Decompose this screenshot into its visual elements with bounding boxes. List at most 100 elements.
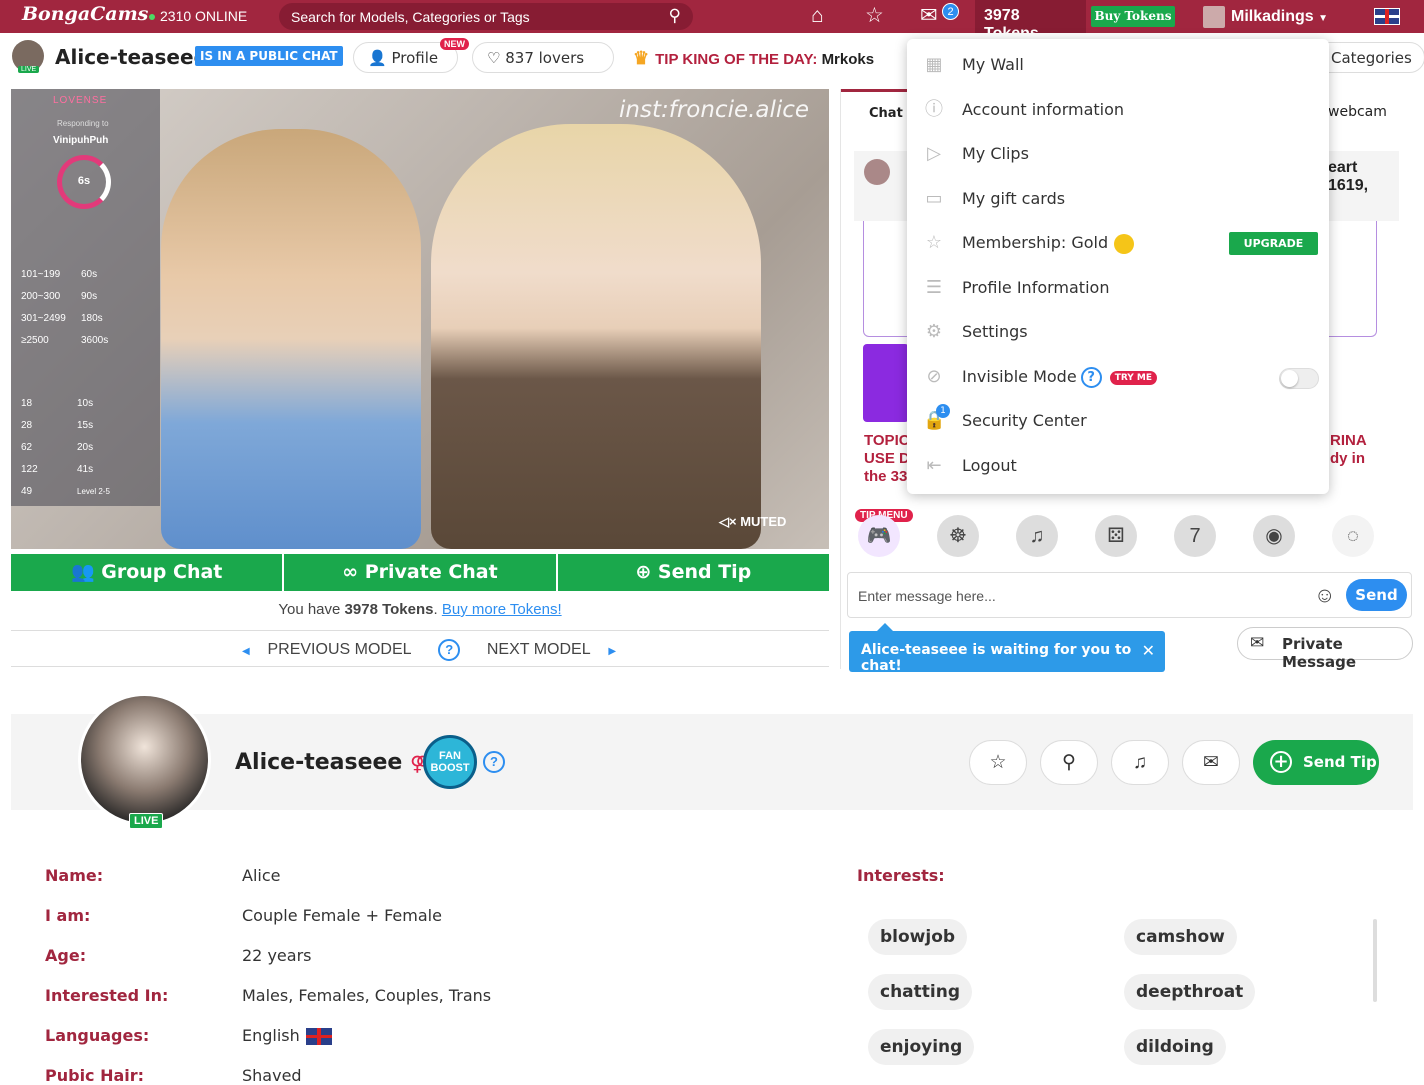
- buy-tokens-button[interactable]: Buy Tokens: [1091, 6, 1175, 27]
- action-buttons: 👥 Group Chat ∞ Private Chat ⊕ Send Tip: [11, 554, 829, 591]
- speaker-muted-icon: ◁×: [719, 514, 737, 529]
- gold-badge-icon: [1114, 233, 1135, 254]
- giftcard-icon: ▭: [925, 188, 943, 209]
- help-icon[interactable]: ?: [438, 639, 461, 661]
- promo-image[interactable]: [863, 344, 909, 422]
- send-tip-label: Send Tip: [1303, 753, 1377, 771]
- menu-item-account-information[interactable]: ⓘ Account information: [907, 89, 1329, 133]
- menu-item-gift-cards[interactable]: ▭ My gift cards: [907, 178, 1329, 222]
- profile-avatar[interactable]: [78, 693, 211, 826]
- arrow-right-icon[interactable]: ▶: [608, 646, 616, 657]
- star-icon[interactable]: ☆: [865, 4, 884, 28]
- video-player[interactable]: LOVENSE Responding to VinipuhPuh 6s 101~…: [11, 89, 829, 549]
- crown-icon: ♛: [633, 48, 650, 68]
- menu-item-profile-information[interactable]: ☰ Profile Information: [907, 267, 1329, 311]
- interests-title: Interests:: [857, 866, 945, 885]
- pin-icon: ⚲: [1062, 752, 1076, 773]
- buy-more-tokens-link[interactable]: Buy more Tokens!: [442, 601, 562, 618]
- dice-icon[interactable]: ⚄: [1095, 515, 1137, 557]
- group-chat-button[interactable]: 👥 Group Chat: [11, 554, 283, 591]
- menu-item-membership[interactable]: ☆ Membership: Gold UPGRADE: [907, 222, 1329, 266]
- menu-item-security-center[interactable]: 🔒 1 Security Center: [907, 400, 1329, 444]
- user-menu[interactable]: Milkadings ▼: [1203, 6, 1328, 28]
- topic-line: USE D: [864, 450, 910, 467]
- responding-to-label: Responding to: [57, 119, 109, 128]
- special-amount: 122: [21, 464, 38, 475]
- detail-value: Couple Female + Female: [242, 906, 442, 925]
- spinner-icon[interactable]: ◌: [1332, 515, 1374, 557]
- special-amount: 62: [21, 442, 33, 453]
- detail-value: Shaved: [242, 1066, 302, 1085]
- wall-icon: ▦: [925, 54, 943, 75]
- level-range: ≥2500: [21, 335, 49, 346]
- menu-item-label: Account information: [962, 100, 1125, 119]
- interest-tag[interactable]: camshow: [1124, 919, 1237, 955]
- pin-button[interactable]: ⚲: [1040, 740, 1098, 785]
- uk-flag-icon: [305, 1028, 332, 1045]
- tip-menu-icon[interactable]: 🎮: [858, 515, 900, 557]
- music-icon[interactable]: ♫: [1016, 515, 1058, 557]
- top-navbar: BongaCams 2310 ONLINE Search for Models,…: [0, 0, 1424, 42]
- message-button[interactable]: ✉: [1182, 740, 1240, 785]
- interest-tag[interactable]: blowjob: [868, 919, 968, 955]
- emoji-icon[interactable]: ☺: [1314, 584, 1335, 608]
- profile-send-tip-button[interactable]: + Send Tip: [1253, 740, 1379, 785]
- lovers-label: 837 lovers: [505, 49, 585, 67]
- tip-king[interactable]: ♛ TIP KING OF THE DAY: Mrkoks: [633, 48, 874, 69]
- slot-machine-icon[interactable]: 7: [1174, 515, 1216, 557]
- private-message-button[interactable]: ✉ Private Message: [1237, 627, 1413, 671]
- lovers-button[interactable]: ♡ 837 lovers: [472, 42, 614, 73]
- help-icon[interactable]: ?: [483, 751, 505, 773]
- detail-key: Languages:: [45, 1026, 150, 1045]
- token-line-amount: 3978 Tokens: [344, 601, 434, 618]
- arrow-left-icon[interactable]: ◀: [242, 646, 250, 657]
- private-chat-button[interactable]: ∞ Private Chat: [284, 554, 556, 591]
- level-range: 301~2499: [21, 313, 66, 324]
- username: Milkadings: [1231, 8, 1314, 26]
- search-input[interactable]: Search for Models, Categories or Tags ⚲: [279, 3, 693, 30]
- level-time: 3600s: [81, 335, 109, 346]
- interest-tag[interactable]: enjoying: [868, 1029, 975, 1065]
- menu-item-my-clips[interactable]: ▷ My Clips: [907, 133, 1329, 177]
- help-icon[interactable]: ?: [1080, 367, 1102, 388]
- gift-icon[interactable]: ⌂: [811, 4, 824, 28]
- next-model-link[interactable]: NEXT MODEL: [487, 641, 591, 658]
- chat-send-button[interactable]: Send: [1346, 579, 1407, 611]
- new-badge: NEW: [440, 38, 469, 50]
- invisible-mode-toggle[interactable]: [1279, 368, 1319, 389]
- detail-value: Alice: [242, 866, 281, 885]
- interests-scrollbar[interactable]: [1373, 919, 1377, 1002]
- fan-boost-badge[interactable]: FAN BOOST: [423, 735, 477, 789]
- interest-tag[interactable]: dildoing: [1124, 1029, 1226, 1065]
- wheel-icon[interactable]: ☸: [937, 515, 979, 557]
- menu-item-logout[interactable]: ⇤ Logout: [907, 445, 1329, 489]
- menu-item-label: Membership: Gold: [962, 233, 1135, 254]
- mail-icon[interactable]: ✉: [920, 4, 938, 28]
- live-badge: LIVE: [129, 813, 164, 829]
- chevron-down-icon: ▼: [1318, 13, 1329, 25]
- webcam-button[interactable]: webcam: [1328, 104, 1387, 120]
- menu-item-invisible-mode[interactable]: ⊘ Invisible Mode? TRY ME: [907, 356, 1329, 400]
- special-time: 15s: [77, 420, 94, 431]
- search-icon[interactable]: ⚲: [669, 6, 681, 26]
- menu-item-label: Security Center: [962, 411, 1087, 430]
- detail-value: 22 years: [242, 946, 312, 965]
- responder-name: VinipuhPuh: [53, 135, 109, 146]
- tip-king-label: TIP KING OF THE DAY:: [655, 51, 818, 68]
- site-logo[interactable]: BongaCams: [22, 3, 148, 25]
- mute-toggle[interactable]: ◁× MUTED: [719, 514, 786, 530]
- notify-button[interactable]: ♫: [1111, 740, 1169, 785]
- menu-item-my-wall[interactable]: ▦ My Wall: [907, 44, 1329, 88]
- send-tip-button[interactable]: ⊕ Send Tip: [557, 554, 829, 591]
- previous-model-link[interactable]: PREVIOUS MODEL: [267, 641, 411, 658]
- lottery-icon[interactable]: ◉: [1253, 515, 1295, 557]
- close-icon[interactable]: ✕: [1142, 641, 1155, 660]
- interest-tag[interactable]: chatting: [868, 974, 973, 1010]
- favorite-button[interactable]: ☆: [969, 740, 1027, 785]
- tab-chat[interactable]: Chat: [841, 89, 911, 137]
- interest-tag[interactable]: deepthroat: [1124, 974, 1256, 1010]
- menu-item-settings[interactable]: ⚙ Settings: [907, 311, 1329, 355]
- special-amount: 18: [21, 398, 33, 409]
- language-flag-icon[interactable]: [1374, 8, 1400, 25]
- upgrade-button[interactable]: UPGRADE: [1229, 232, 1318, 255]
